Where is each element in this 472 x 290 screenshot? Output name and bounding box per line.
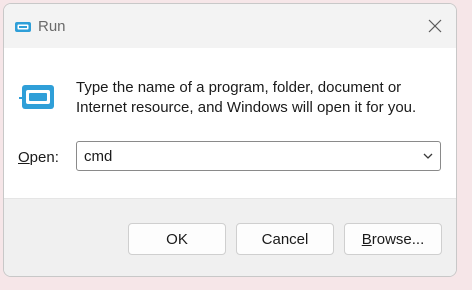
open-input[interactable]: cmd — [84, 148, 112, 165]
dialog-content: Type the name of a program, folder, docu… — [4, 48, 456, 198]
run-icon — [19, 85, 54, 109]
run-icon — [15, 22, 31, 32]
button-bar: OK Cancel Browse... — [4, 198, 456, 276]
open-label: Open: — [18, 149, 59, 166]
cancel-button[interactable]: Cancel — [236, 223, 334, 255]
open-label-rest: pen: — [29, 149, 59, 166]
title-bar[interactable]: Run — [4, 4, 456, 48]
ok-button-label: OK — [166, 230, 188, 248]
open-label-mnemonic: O — [18, 149, 30, 166]
dialog-description: Type the name of a program, folder, docu… — [76, 79, 417, 116]
close-icon — [428, 19, 442, 33]
browse-rest: rowse... — [371, 230, 425, 248]
browse-mnemonic: B — [361, 230, 372, 248]
open-combobox[interactable]: cmd — [76, 141, 441, 171]
browse-button[interactable]: Browse... — [344, 223, 442, 255]
cancel-button-label: Cancel — [261, 230, 309, 248]
run-dialog: Run Type the name of a program, folder, … — [3, 3, 457, 277]
close-button[interactable] — [420, 12, 450, 40]
ok-button[interactable]: OK — [128, 223, 226, 255]
browse-button-label: Browse... — [362, 231, 425, 248]
window-title: Run — [38, 18, 66, 35]
chevron-down-icon[interactable] — [422, 150, 434, 162]
